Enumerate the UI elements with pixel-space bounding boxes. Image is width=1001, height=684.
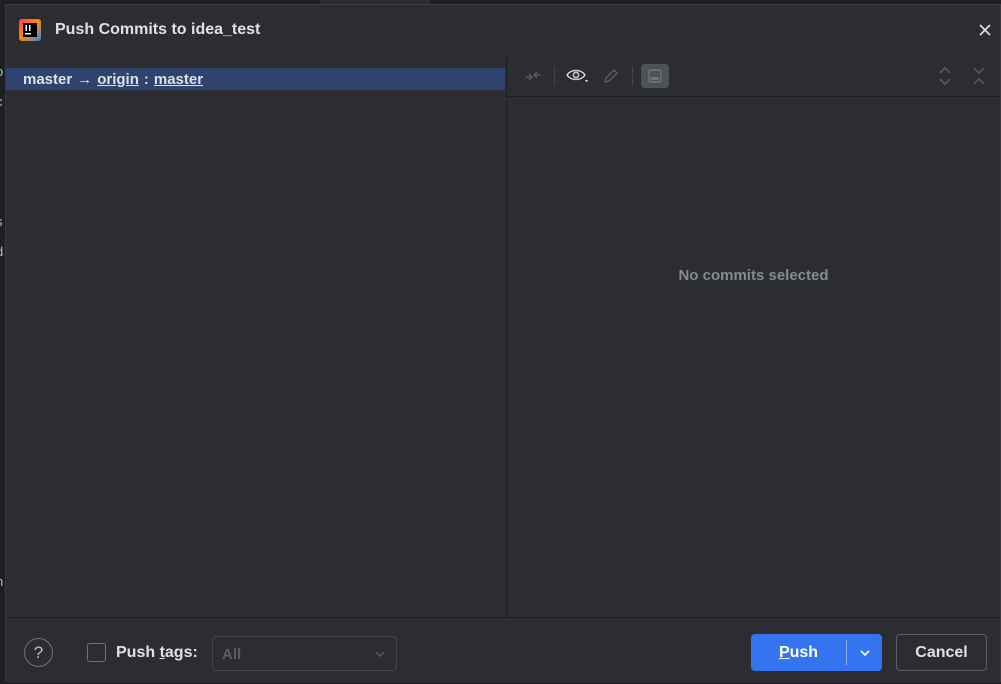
remote-branch-link[interactable]: master [154, 71, 203, 88]
question-mark-icon: ? [33, 642, 44, 662]
bg-char: s [0, 214, 3, 229]
push-commits-dialog: Push Commits to idea_test master → origi… [5, 4, 1001, 683]
remote-separator: : [143, 70, 149, 88]
push-mnemonic: P [778, 643, 790, 661]
toolbar-separator [632, 66, 633, 86]
branch-push-row[interactable]: master → origin : master [6, 68, 505, 90]
help-button[interactable]: ? [24, 638, 53, 667]
chevron-down-icon [859, 649, 870, 656]
view-options-button[interactable] [563, 64, 591, 88]
branch-tree-pane: master → origin : master [6, 55, 507, 617]
bg-char: c [0, 94, 3, 109]
details-toolbar [507, 55, 1000, 97]
toolbar-separator [554, 66, 555, 86]
commit-details-pane: No commits selected [507, 55, 1000, 617]
expand-all-button[interactable] [931, 64, 959, 88]
push-tags-label-part: ags: [164, 644, 198, 661]
remote-link[interactable]: origin [97, 71, 139, 88]
bg-char: d [0, 244, 3, 259]
local-branch-label: master [23, 70, 73, 88]
push-button[interactable]: Push [751, 634, 882, 671]
push-tags-label-part: Push [116, 644, 160, 661]
push-arrow: → [77, 70, 93, 88]
tags-select-value: All [222, 646, 242, 663]
collapse-all-icon [973, 67, 985, 85]
preview-panel-toggle[interactable] [641, 64, 669, 88]
preview-panel-icon [648, 69, 662, 83]
dialog-title: Push Commits to idea_test [55, 21, 261, 38]
dialog-footer: ? Push tags: All Push Cancel [6, 617, 1000, 683]
collapse-arrows-icon [526, 71, 540, 81]
push-tags-checkbox[interactable] [87, 643, 106, 662]
empty-state-text: No commits selected [678, 267, 829, 284]
cancel-button[interactable]: Cancel [896, 634, 987, 671]
edit-pencil-icon [604, 69, 618, 83]
close-icon [979, 24, 991, 36]
expand-all-icon [939, 67, 951, 85]
edit-button[interactable] [597, 64, 625, 88]
intellij-idea-icon [19, 19, 41, 41]
collapse-all-button[interactable] [965, 64, 993, 88]
push-tags-label[interactable]: Push tags: [116, 644, 198, 662]
bg-char: o [0, 64, 3, 79]
bg-char: n [0, 574, 3, 589]
chevron-down-icon [375, 651, 385, 657]
push-options-dropdown[interactable] [847, 634, 882, 671]
push-button-label: Push [751, 634, 846, 671]
close-button[interactable] [974, 19, 996, 41]
eye-icon [566, 69, 588, 83]
collapse-arrows-button[interactable] [519, 64, 547, 88]
dialog-titlebar: Push Commits to idea_test [6, 5, 1000, 55]
tags-select[interactable]: All [212, 636, 397, 671]
push-label-rest: ush [789, 643, 819, 661]
